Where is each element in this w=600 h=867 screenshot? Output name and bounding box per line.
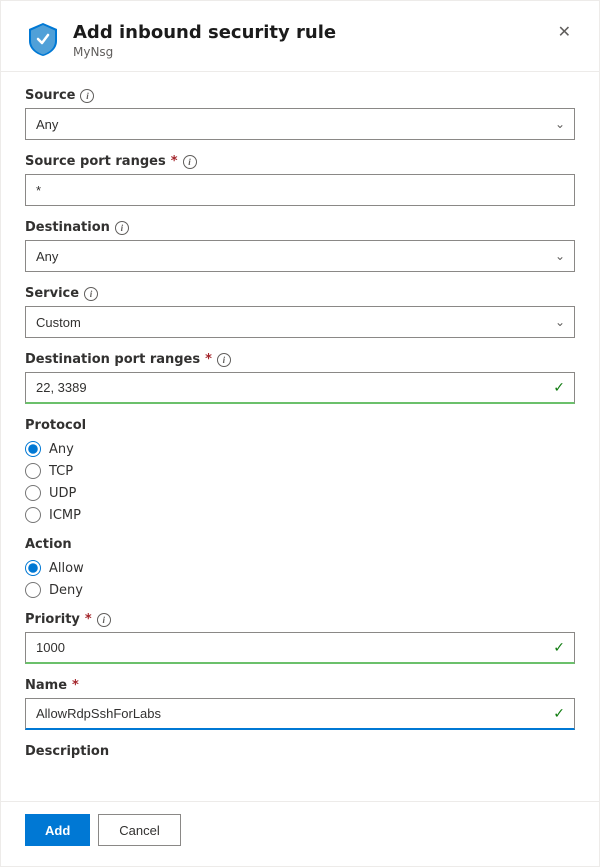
protocol-udp-label: UDP — [49, 486, 76, 501]
dialog-footer: Add Cancel — [1, 801, 599, 866]
service-select-wrapper: Custom HTTP HTTPS SSH RDP MS SQL ⌄ — [25, 306, 575, 338]
action-deny-label: Deny — [49, 583, 83, 598]
add-inbound-security-rule-dialog: Add inbound security rule MyNsg ✕ Source… — [0, 0, 600, 867]
source-port-ranges-group: Source port ranges * i — [25, 154, 575, 206]
add-button[interactable]: Add — [25, 814, 90, 846]
destination-info-icon[interactable]: i — [115, 221, 129, 235]
source-port-ranges-input[interactable] — [25, 174, 575, 206]
protocol-group: Protocol Any TCP UDP ICMP — [25, 418, 575, 523]
close-button[interactable]: ✕ — [554, 21, 575, 45]
protocol-tcp-radio[interactable] — [25, 463, 41, 479]
action-allow-radio[interactable] — [25, 560, 41, 576]
priority-input[interactable] — [25, 632, 575, 664]
priority-label: Priority * i — [25, 612, 575, 627]
source-select[interactable]: Any IP Addresses Service Tag Application… — [25, 108, 575, 140]
destination-port-ranges-input[interactable] — [25, 372, 575, 404]
service-label: Service i — [25, 286, 575, 301]
name-input-wrapper: ✓ — [25, 698, 575, 730]
name-input[interactable] — [25, 698, 575, 730]
action-deny-radio[interactable] — [25, 582, 41, 598]
priority-info-icon[interactable]: i — [97, 613, 111, 627]
action-radio-group: Allow Deny — [25, 560, 575, 598]
name-valid-icon: ✓ — [553, 706, 565, 722]
action-allow-item[interactable]: Allow — [25, 560, 575, 576]
destination-group: Destination i Any IP Addresses Service T… — [25, 220, 575, 272]
protocol-udp-item[interactable]: UDP — [25, 485, 575, 501]
service-info-icon[interactable]: i — [84, 287, 98, 301]
destination-port-input-wrapper: ✓ — [25, 372, 575, 404]
protocol-any-label: Any — [49, 442, 74, 457]
priority-input-wrapper: ✓ — [25, 632, 575, 664]
description-group: Description — [25, 744, 575, 759]
destination-select-wrapper: Any IP Addresses Service Tag Application… — [25, 240, 575, 272]
dialog-body: Source i Any IP Addresses Service Tag Ap… — [1, 72, 599, 801]
service-group: Service i Custom HTTP HTTPS SSH RDP MS S… — [25, 286, 575, 338]
source-port-info-icon[interactable]: i — [183, 155, 197, 169]
dialog-header: Add inbound security rule MyNsg ✕ — [1, 1, 599, 72]
dest-port-info-icon[interactable]: i — [217, 353, 231, 367]
source-label: Source i — [25, 88, 575, 103]
protocol-tcp-label: TCP — [49, 464, 73, 479]
protocol-icmp-item[interactable]: ICMP — [25, 507, 575, 523]
destination-select[interactable]: Any IP Addresses Service Tag Application… — [25, 240, 575, 272]
dialog-title: Add inbound security rule — [73, 21, 336, 44]
protocol-udp-radio[interactable] — [25, 485, 41, 501]
protocol-any-item[interactable]: Any — [25, 441, 575, 457]
destination-port-ranges-group: Destination port ranges * i ✓ — [25, 352, 575, 404]
protocol-icmp-label: ICMP — [49, 508, 81, 523]
source-group: Source i Any IP Addresses Service Tag Ap… — [25, 88, 575, 140]
source-port-ranges-label: Source port ranges * i — [25, 154, 575, 169]
protocol-tcp-item[interactable]: TCP — [25, 463, 575, 479]
action-label: Action — [25, 537, 575, 552]
name-label: Name * — [25, 678, 575, 693]
destination-label: Destination i — [25, 220, 575, 235]
dialog-subtitle: MyNsg — [73, 45, 336, 59]
dest-port-valid-icon: ✓ — [553, 380, 565, 396]
destination-port-ranges-label: Destination port ranges * i — [25, 352, 575, 367]
cancel-button[interactable]: Cancel — [98, 814, 180, 846]
header-text: Add inbound security rule MyNsg — [73, 21, 336, 59]
source-info-icon[interactable]: i — [80, 89, 94, 103]
protocol-label: Protocol — [25, 418, 575, 433]
priority-group: Priority * i ✓ — [25, 612, 575, 664]
protocol-icmp-radio[interactable] — [25, 507, 41, 523]
protocol-radio-group: Any TCP UDP ICMP — [25, 441, 575, 523]
action-allow-label: Allow — [49, 561, 84, 576]
protocol-any-radio[interactable] — [25, 441, 41, 457]
nsg-icon — [25, 21, 61, 57]
service-select[interactable]: Custom HTTP HTTPS SSH RDP MS SQL — [25, 306, 575, 338]
action-group: Action Allow Deny — [25, 537, 575, 598]
priority-valid-icon: ✓ — [553, 640, 565, 656]
action-deny-item[interactable]: Deny — [25, 582, 575, 598]
description-label: Description — [25, 744, 575, 759]
name-group: Name * ✓ — [25, 678, 575, 730]
source-select-wrapper: Any IP Addresses Service Tag Application… — [25, 108, 575, 140]
